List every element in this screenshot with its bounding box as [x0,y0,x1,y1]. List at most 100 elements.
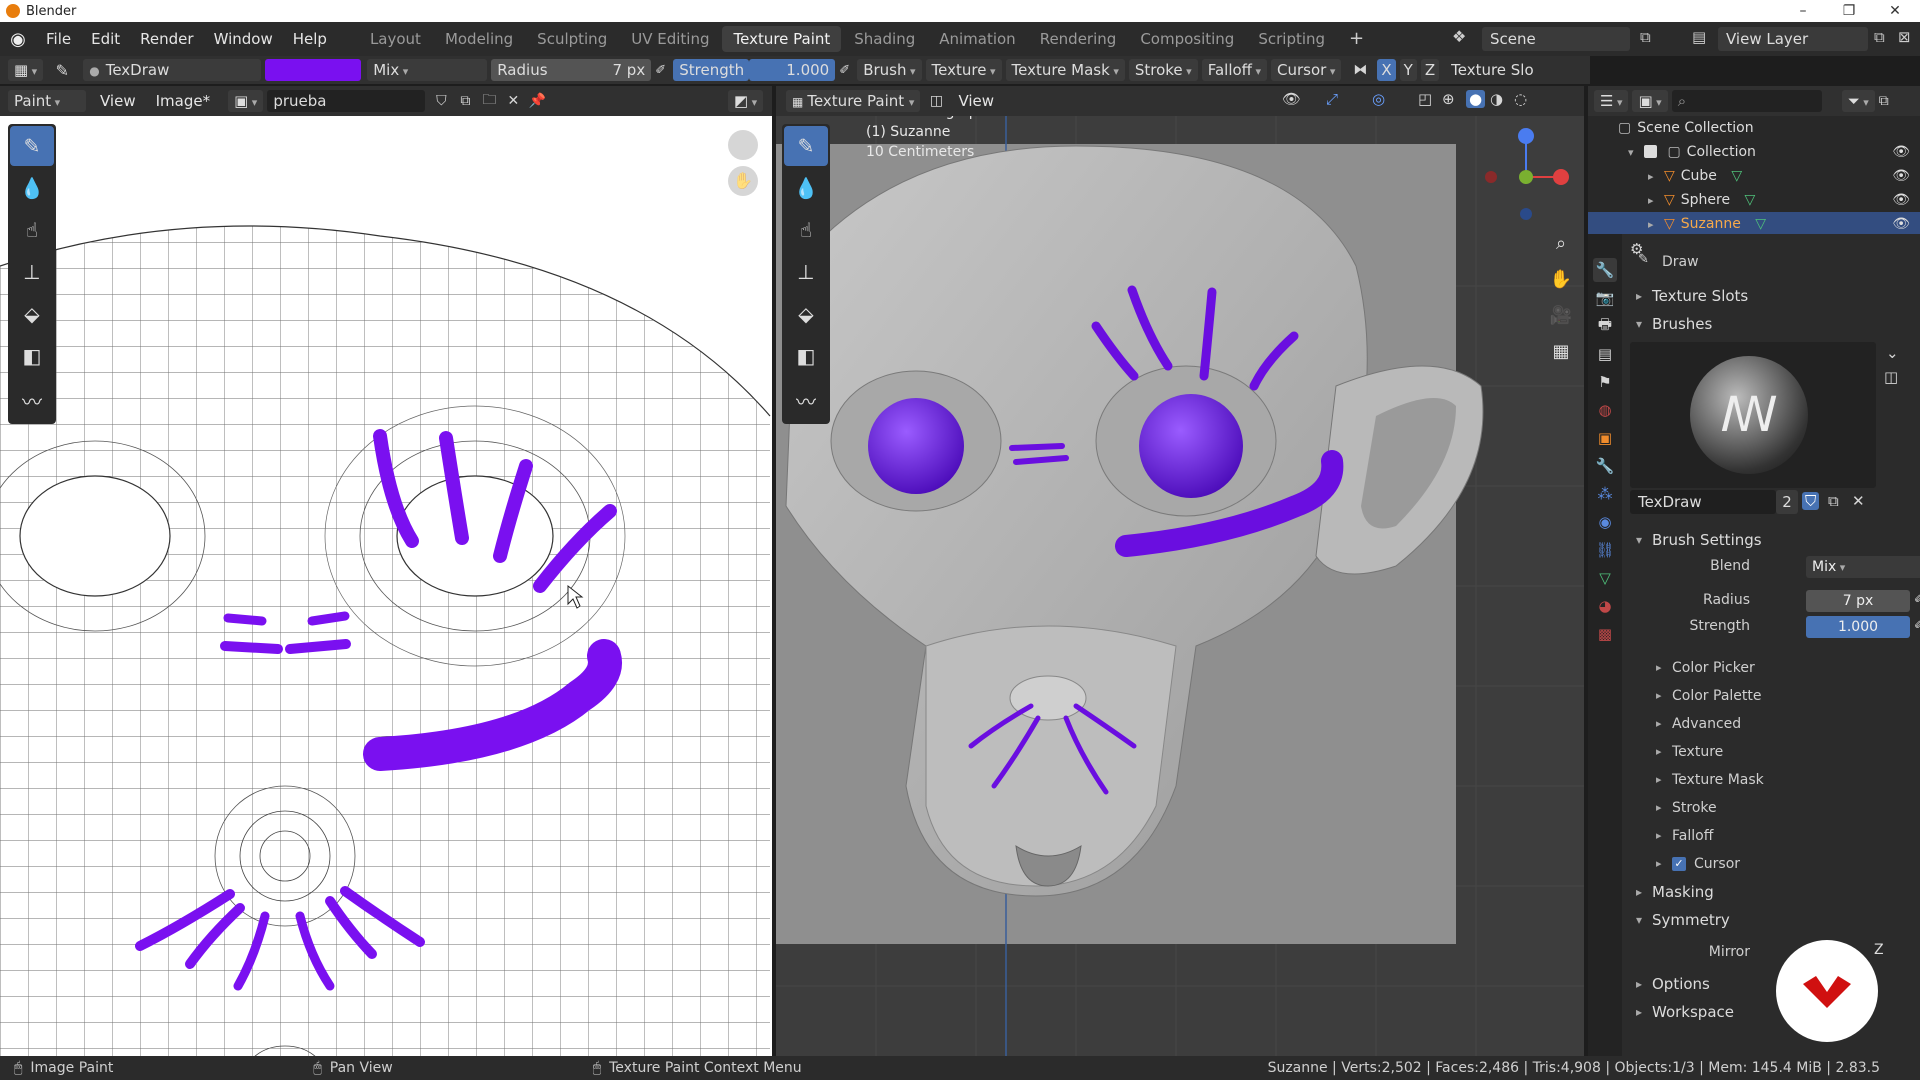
image-editor-canvas[interactable]: ✎ 💧 ☝ ⊥ ⬙ ◧ 〰 ✋ [0,86,772,1056]
rendered-shading-icon[interactable]: ◌ [1514,90,1527,108]
viewport-mode-dropdown[interactable]: ▦ Texture Paint [786,90,921,112]
subpanel-color-palette[interactable]: Color Palette [1622,682,1920,710]
menu-falloff[interactable]: Falloff [1201,59,1268,81]
mask-tool-button[interactable]: ◧ [10,336,54,376]
pan-gizmo-icon[interactable]: ✋ [728,166,758,196]
unlink-image-icon[interactable]: ✕ [501,93,525,109]
menu-texture-mask[interactable]: Texture Mask [1005,59,1125,81]
tab-compositing[interactable]: Compositing [1129,26,1245,52]
pin-icon[interactable]: 📌 [525,93,549,109]
vp-annotate-tool-button[interactable]: 〰 [784,380,828,420]
radius-pressure-icon[interactable]: ✐ [1914,592,1920,607]
vp-mask-tool-button[interactable]: ◧ [784,336,828,376]
tab-texture-paint[interactable]: Texture Paint [722,26,842,52]
overlays-toggle-icon[interactable]: ◎ [1372,90,1385,108]
subpanel-texture-mask[interactable]: Texture Mask [1622,766,1920,794]
mirror-y-toggle[interactable]: Y [1399,59,1417,81]
new-image-icon[interactable]: ⧉ [453,93,477,109]
add-workspace-button[interactable]: + [1338,26,1375,52]
cursor-checkbox[interactable]: ✓ [1672,857,1686,871]
strength-field[interactable]: 1.000 [749,59,836,81]
menu-window[interactable]: Window [204,22,283,56]
expand-arrow-icon[interactable]: ▸ [1648,170,1654,183]
viewport-scene[interactable] [776,86,1584,1056]
fill-tool-button[interactable]: ⬙ [10,294,54,334]
menu-file[interactable]: File [36,22,81,56]
vp-smear-tool-button[interactable]: ☝ [784,210,828,250]
subpanel-cursor[interactable]: ✓ Cursor [1622,850,1920,878]
mesh-data-icon[interactable]: ▽ [1755,216,1766,232]
panel-symmetry[interactable]: Symmetry [1622,906,1920,934]
ortho-grid-icon[interactable]: ▦ [1546,334,1576,370]
navigation-gizmo[interactable] [1485,128,1569,220]
collapse-arrow-icon[interactable]: ▾ [1628,146,1634,159]
gizmo-toggle-icon[interactable]: ⤢ [1326,90,1338,108]
display-channels-icon[interactable]: ◩ [728,90,764,112]
particles-tab-icon[interactable]: ⁂ [1593,482,1617,506]
fake-user-shield-icon[interactable]: ⛉ [429,93,453,109]
menu-render[interactable]: Render [130,22,203,56]
mirror-x-toggle[interactable]: X [1377,59,1396,81]
outliner-display-mode-icon[interactable]: ▣ [1632,90,1668,112]
brush-browse-icon[interactable]: ◫ [1884,368,1898,386]
brush-preview[interactable]: ꟿ [1630,342,1876,488]
texture-slots-label[interactable]: Texture Slo [1451,61,1534,79]
open-image-folder-icon[interactable]: 🗀 [477,89,501,113]
tab-scripting[interactable]: Scripting [1247,26,1336,52]
new-collection-icon[interactable]: ⧉ [1879,93,1889,109]
remove-view-layer-icon[interactable]: ⊠ [1898,28,1911,46]
soften-tool-button[interactable]: 💧 [10,168,54,208]
editor-type-icon[interactable]: ▦ [8,59,44,81]
pan-hand-icon[interactable]: ✋ [1546,262,1576,298]
tab-rendering[interactable]: Rendering [1029,26,1128,52]
panel-brushes[interactable]: Brushes [1622,310,1920,338]
vp-soften-tool-button[interactable]: 💧 [784,168,828,208]
scene-tab-icon[interactable]: ⚑ [1593,370,1617,394]
view-layer-tab-icon[interactable]: ▤ [1593,342,1617,366]
annotate-tool-button[interactable]: 〰 [10,380,54,420]
radius-pressure-icon[interactable]: ✐ [655,63,673,78]
strength-field[interactable]: 1.000 [1806,616,1910,638]
zoom-gizmo-icon[interactable] [728,130,758,160]
brush-list-toggle-icon[interactable]: ⌄ [1886,344,1899,362]
blend-dropdown[interactable]: Mix [1806,556,1920,578]
duplicate-brush-icon[interactable]: ⧉ [1828,492,1839,510]
vp-clone-tool-button[interactable]: ⊥ [784,252,828,292]
modifier-tab-icon[interactable]: 🔧 [1593,454,1617,478]
subpanel-color-picker[interactable]: Color Picker [1622,654,1920,682]
panel-brush-settings[interactable]: Brush Settings [1622,526,1920,554]
outliner-object-suzanne[interactable]: ▸ ▽ Suzanne ▽ 👁 [1588,212,1920,236]
brush-users-count[interactable]: 2 [1776,490,1798,514]
new-view-layer-icon[interactable]: ⧉ [1874,28,1885,46]
fake-user-icon[interactable]: ⛉ [1802,492,1820,510]
physics-tab-icon[interactable]: ◉ [1593,510,1617,534]
mesh-data-icon[interactable]: ▽ [1731,168,1742,184]
strength-pressure-icon[interactable]: ✐ [1914,618,1920,633]
expand-arrow-icon[interactable]: ▸ [1648,194,1654,207]
collection-visibility-icon[interactable]: 👁 [1892,140,1910,164]
brush-color-swatch[interactable] [265,59,362,81]
image-browse-icon[interactable]: ▣ [228,90,264,112]
viewport-menu-view[interactable]: View [948,86,1004,116]
menu-cursor[interactable]: Cursor [1271,59,1342,81]
tab-animation[interactable]: Animation [928,26,1026,52]
tab-shading[interactable]: Shading [843,26,926,52]
menu-brush[interactable]: Brush [857,59,922,81]
image-menu-image[interactable]: Image* [146,86,220,116]
subpanel-texture[interactable]: Texture [1622,738,1920,766]
clone-tool-button[interactable]: ⊥ [10,252,54,292]
radius-field[interactable]: 7 px [1806,590,1910,612]
new-scene-icon[interactable]: ⧉ [1640,28,1651,46]
output-tab-icon[interactable]: 🖶 [1593,314,1617,338]
scene-selector[interactable]: Scene [1482,27,1630,51]
material-shading-icon[interactable]: ◑ [1490,90,1503,108]
outliner-editor-type-icon[interactable]: ☰ [1594,90,1629,112]
smear-tool-button[interactable]: ☝ [10,210,54,250]
material-tab-icon[interactable]: ◕ [1593,594,1617,618]
subpanel-stroke[interactable]: Stroke [1622,794,1920,822]
maximize-button[interactable]: ❐ [1826,0,1872,22]
collection-checkbox[interactable] [1643,145,1657,158]
tab-modeling[interactable]: Modeling [434,26,524,52]
object-visibility-icon[interactable]: 👁 [1892,164,1910,188]
strength-pressure-icon[interactable]: ✐ [839,63,857,78]
